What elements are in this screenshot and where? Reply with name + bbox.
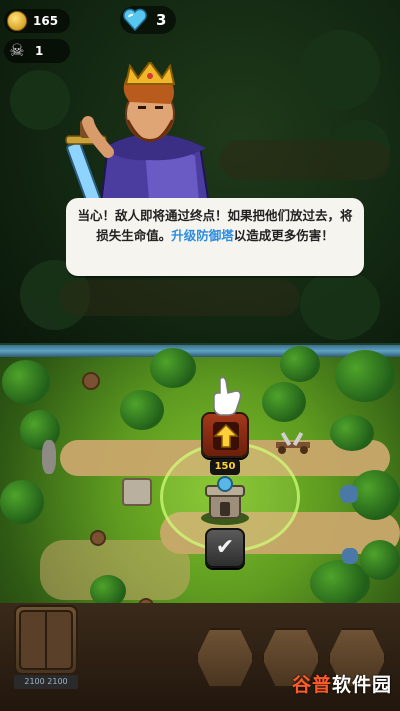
upgrade-tower-button[interactable]: [201, 412, 249, 458]
kill-value: 1: [35, 44, 44, 58]
gold-counter: 165: [4, 9, 70, 33]
checkmark-icon: ✔: [215, 535, 235, 560]
watermark-part-1: 谷普: [291, 674, 332, 696]
tree: [300, 30, 380, 110]
path: [60, 280, 300, 316]
bush: [280, 346, 320, 382]
bush: [262, 382, 306, 422]
pointer-hand-icon: [213, 376, 242, 416]
king-advisor-character: [65, 62, 212, 212]
heart-icon: [123, 8, 147, 32]
rock: [342, 548, 358, 564]
skull-icon: ☠: [9, 41, 25, 61]
bush: [120, 390, 164, 430]
dialog-highlight: 升级防御塔: [171, 228, 234, 243]
up-arrow-icon: [213, 422, 239, 450]
barracks: [122, 478, 152, 506]
tree: [300, 270, 380, 340]
bush: [360, 540, 400, 580]
watermark-logo: 谷普软件园: [292, 670, 392, 697]
card-value-label: 2100 2100: [14, 675, 78, 689]
lives-value: 3: [156, 11, 167, 29]
rock: [340, 485, 358, 503]
watermark-part-2: 软件园: [331, 674, 392, 696]
catapult: [274, 428, 314, 454]
archer-tower[interactable]: [198, 474, 252, 526]
upgrade-cost-badge: 150: [210, 459, 240, 475]
bush: [2, 360, 50, 404]
gold-value: 165: [33, 14, 59, 28]
confirm-button[interactable]: ✔: [205, 528, 245, 568]
game-scene: 165 ☠ 1 3 当心！敌人即将通过终点！如果把他们放过去，将损失生命值。升级…: [0, 0, 400, 711]
bush: [335, 350, 395, 402]
bush: [0, 480, 44, 524]
rock-pillar: [42, 440, 56, 474]
lives-counter: 3: [120, 6, 176, 34]
hero-card-slot[interactable]: [14, 605, 78, 675]
dialog-text-after: 以造成更多伤害！: [233, 228, 334, 243]
path: [220, 140, 390, 180]
stump: [82, 372, 100, 390]
bush: [150, 348, 196, 388]
coin-icon: [7, 11, 27, 31]
tutorial-dialog: 当心！敌人即将通过终点！如果把他们放过去，将损失生命值。升级防御塔以造成更多伤害…: [66, 198, 364, 276]
door-icon: [19, 610, 73, 670]
stump: [90, 530, 106, 546]
bush: [330, 415, 374, 451]
river: [0, 343, 400, 357]
kill-counter: ☠ 1: [4, 39, 70, 63]
